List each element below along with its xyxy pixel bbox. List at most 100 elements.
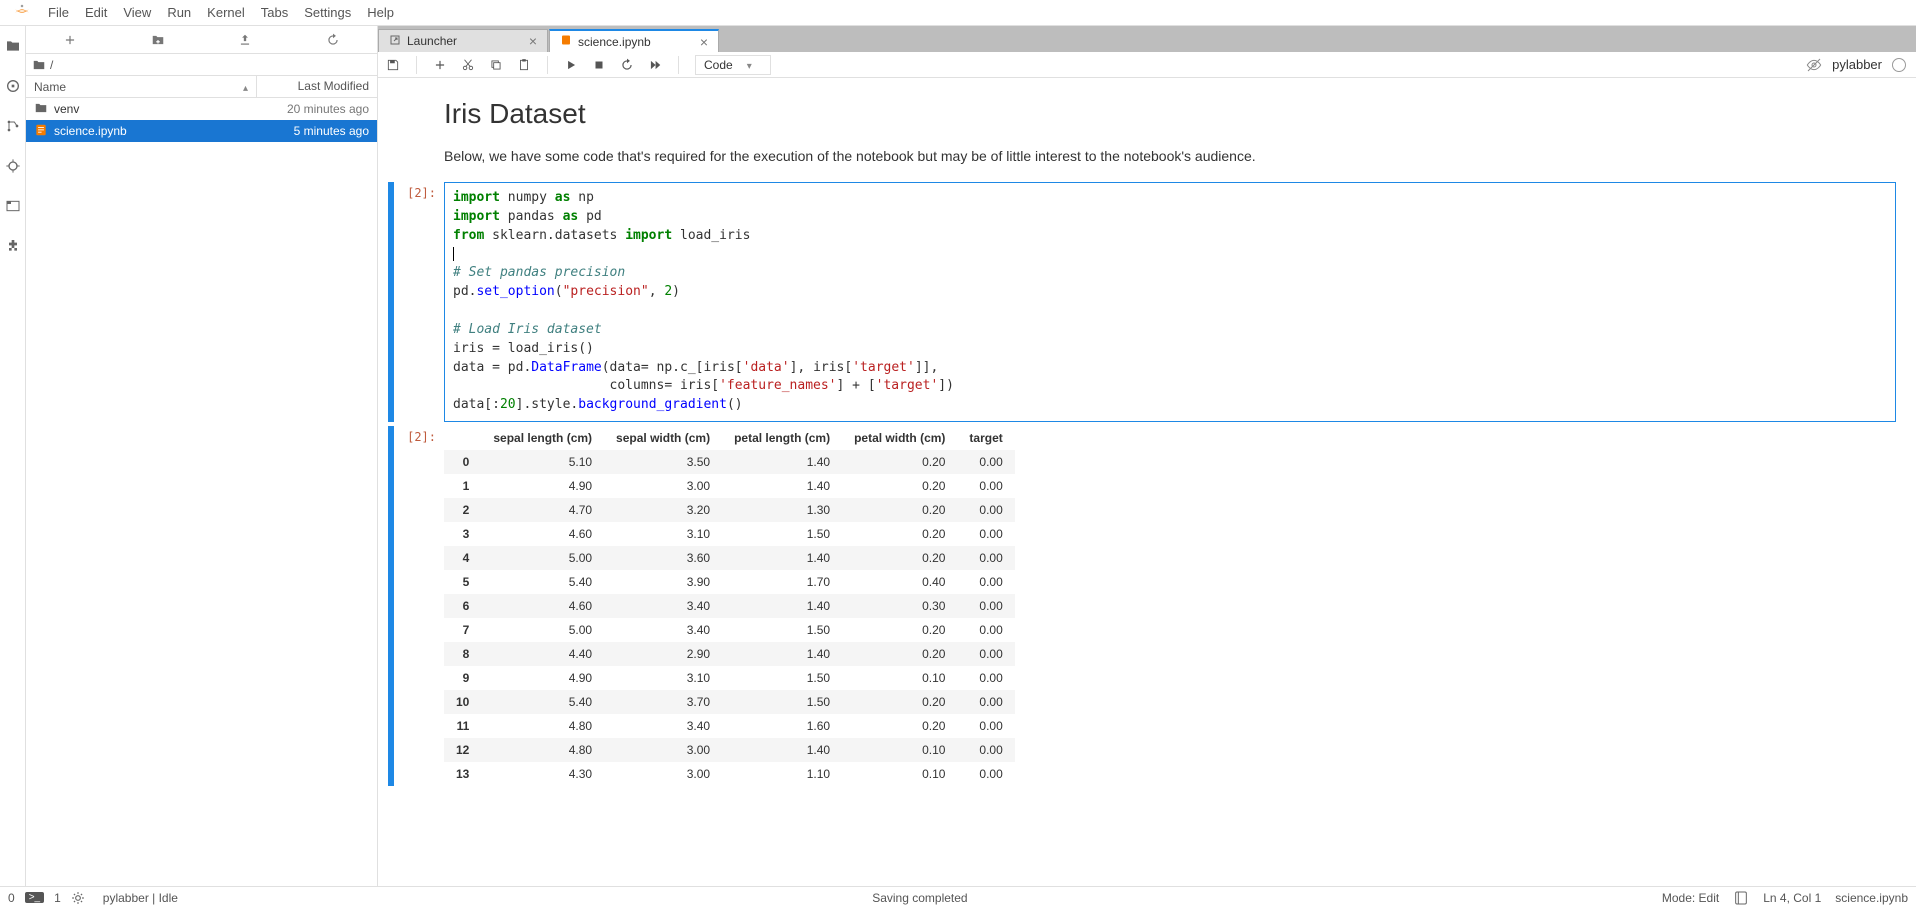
work-area: Launcher × science.ipynb × Code pylabber — [378, 26, 1916, 886]
file-modified: 20 minutes ago — [259, 102, 369, 116]
menu-settings[interactable]: Settings — [296, 1, 359, 24]
activity-bar — [0, 26, 26, 886]
output-table: sepal length (cm)sepal width (cm)petal l… — [444, 426, 1015, 786]
menu-view[interactable]: View — [115, 1, 159, 24]
folder-icon[interactable] — [5, 38, 21, 54]
table-row: 24.703.201.300.200.00 — [444, 498, 1015, 522]
table-header: petal width (cm) — [842, 426, 957, 450]
running-icon[interactable] — [5, 78, 21, 94]
menu-tabs[interactable]: Tabs — [253, 1, 296, 24]
table-row: 114.803.401.600.200.00 — [444, 714, 1015, 738]
menu-edit[interactable]: Edit — [77, 1, 115, 24]
sb-terminals[interactable]: 0 — [8, 891, 15, 905]
table-row: 45.003.601.400.200.00 — [444, 546, 1015, 570]
file-name: venv — [54, 102, 79, 116]
menu-file[interactable]: File — [40, 1, 77, 24]
upload-icon[interactable] — [238, 33, 252, 47]
notebook-scroll[interactable]: Iris Dataset Below, we have some code th… — [378, 78, 1916, 886]
table-row: 105.403.701.500.200.00 — [444, 690, 1015, 714]
statusbar: 0 >_ 1 pylabber | Idle Saving completed … — [0, 886, 1916, 908]
breadcrumb-root: / — [50, 58, 53, 72]
notebook-intro-text: Below, we have some code that's required… — [444, 148, 1896, 164]
sb-notebook-icon — [1733, 890, 1749, 906]
table-row: 75.003.401.500.200.00 — [444, 618, 1015, 642]
markdown-cell[interactable]: Iris Dataset Below, we have some code th… — [388, 94, 1896, 178]
table-row: 84.402.901.400.200.00 — [444, 642, 1015, 666]
tabbar: Launcher × science.ipynb × — [378, 26, 1916, 52]
sb-kernels[interactable]: 1 — [54, 891, 61, 905]
folder-icon — [34, 101, 48, 118]
close-icon[interactable]: × — [529, 33, 537, 49]
commands-icon[interactable] — [5, 158, 21, 174]
tab-label: science.ipynb — [578, 35, 651, 49]
stop-icon[interactable] — [592, 58, 606, 72]
restart-icon[interactable] — [620, 58, 634, 72]
extensions-icon[interactable] — [5, 238, 21, 254]
menu-kernel[interactable]: Kernel — [199, 1, 253, 24]
tab-science-ipynb[interactable]: science.ipynb × — [549, 29, 719, 52]
file-list: venv 20 minutes ago science.ipynb 5 minutes… — [26, 98, 377, 886]
file-name: science.ipynb — [54, 124, 127, 138]
table-header: sepal length (cm) — [481, 426, 604, 450]
new-launcher-icon[interactable] — [63, 33, 77, 47]
tab-launcher[interactable]: Launcher × — [378, 29, 548, 52]
output-cell: [2]: sepal length (cm)sepal width (cm)pe… — [388, 426, 1896, 786]
copy-icon[interactable] — [489, 58, 503, 72]
git-icon[interactable] — [5, 118, 21, 134]
code-cell[interactable]: [2]: import numpy as np import pandas as… — [388, 182, 1896, 422]
table-row: 05.103.501.400.200.00 — [444, 450, 1015, 474]
refresh-icon[interactable] — [326, 33, 340, 47]
sb-mode: Mode: Edit — [1662, 891, 1719, 905]
code-editor[interactable]: import numpy as np import pandas as pd f… — [444, 182, 1896, 422]
kernel-name[interactable]: pylabber — [1832, 57, 1882, 72]
menubar: File Edit View Run Kernel Tabs Settings … — [0, 0, 1916, 26]
close-icon[interactable]: × — [700, 34, 708, 50]
file-row[interactable]: science.ipynb 5 minutes ago — [26, 120, 377, 142]
notebook-toolbar: Code pylabber — [378, 52, 1916, 78]
jupyter-logo-icon — [4, 1, 40, 24]
sb-terminal-icon[interactable]: >_ — [25, 892, 44, 903]
file-header: Name Last Modified — [26, 76, 377, 98]
table-header: sepal width (cm) — [604, 426, 722, 450]
notebook-icon — [34, 123, 48, 140]
kernel-status-icon[interactable] — [1892, 58, 1906, 72]
table-row: 124.803.001.400.100.00 — [444, 738, 1015, 762]
tabs-icon[interactable] — [5, 198, 21, 214]
notebook-icon — [560, 34, 572, 49]
new-folder-icon[interactable] — [151, 33, 165, 47]
run-icon[interactable] — [564, 58, 578, 72]
table-header: target — [957, 426, 1014, 450]
file-browser: / Name Last Modified venv 20 minutes ago s… — [26, 26, 378, 886]
file-header-name[interactable]: Name — [26, 76, 257, 97]
not-trusted-icon[interactable] — [1806, 57, 1822, 73]
tab-label: Launcher — [407, 34, 457, 48]
file-modified: 5 minutes ago — [259, 124, 369, 138]
file-row[interactable]: venv 20 minutes ago — [26, 98, 377, 120]
table-row: 64.603.401.400.300.00 — [444, 594, 1015, 618]
menu-run[interactable]: Run — [159, 1, 199, 24]
add-cell-icon[interactable] — [433, 58, 447, 72]
table-row: 34.603.101.500.200.00 — [444, 522, 1015, 546]
cut-icon[interactable] — [461, 58, 475, 72]
restart-run-all-icon[interactable] — [648, 58, 662, 72]
breadcrumb[interactable]: / — [26, 54, 377, 76]
launcher-icon — [389, 34, 401, 49]
table-header — [444, 426, 481, 450]
menu-help[interactable]: Help — [359, 1, 402, 24]
table-row: 134.303.001.100.100.00 — [444, 762, 1015, 786]
sb-filename: science.ipynb — [1835, 891, 1908, 905]
table-row: 55.403.901.700.400.00 — [444, 570, 1015, 594]
table-row: 14.903.001.400.200.00 — [444, 474, 1015, 498]
table-row: 94.903.101.500.100.00 — [444, 666, 1015, 690]
file-toolbar — [26, 26, 377, 54]
sb-gear-icon[interactable] — [71, 891, 85, 905]
output-prompt: [2]: — [394, 426, 444, 786]
folder-icon — [32, 58, 46, 72]
save-icon[interactable] — [386, 58, 400, 72]
celltype-select[interactable]: Code — [695, 55, 771, 75]
paste-icon[interactable] — [517, 58, 531, 72]
input-prompt: [2]: — [394, 182, 444, 422]
file-header-modified[interactable]: Last Modified — [257, 76, 377, 97]
notebook-heading: Iris Dataset — [444, 98, 1896, 130]
table-header: petal length (cm) — [722, 426, 842, 450]
